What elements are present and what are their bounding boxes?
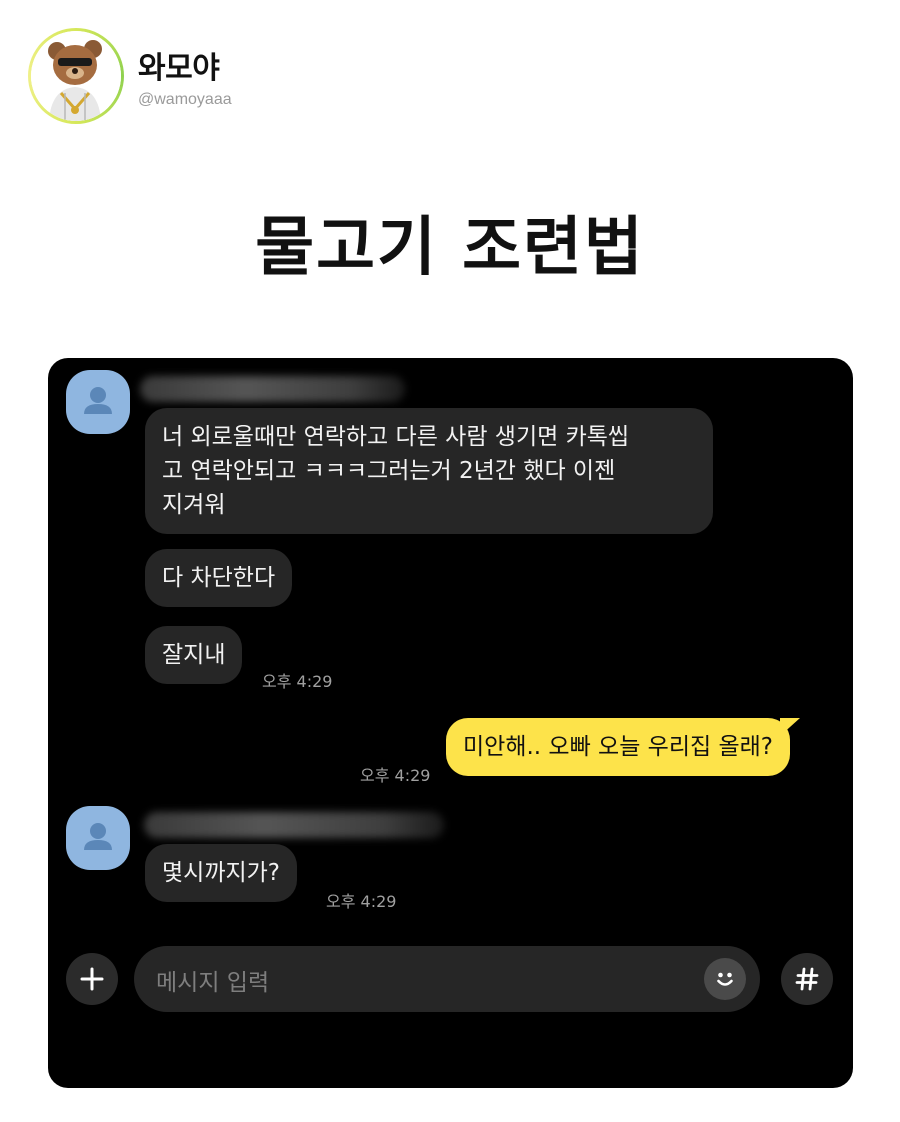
message-line: 너 외로울때만 연락하고 다른 사람 생기면 카톡씹 <box>162 424 630 450</box>
message-line: 지겨워 <box>162 492 226 518</box>
plus-icon <box>80 967 104 991</box>
message-line: 고 연락안되고 ㅋㅋㅋ그러는거 2년간 했다 이젠 <box>162 458 616 484</box>
peer-avatar[interactable] <box>66 370 130 434</box>
emoji-button[interactable] <box>704 958 746 1000</box>
message-time: 오후 4:29 <box>360 766 431 785</box>
post-title: 물고기 조련법 <box>255 211 645 285</box>
hashtag-icon <box>795 967 819 991</box>
my-message-bubble[interactable]: 미안해.. 오빠 오늘 우리집 올래? <box>446 718 800 776</box>
message-text: 잘지내 <box>162 642 226 668</box>
profile-header: 와모야 @wamoyaaa <box>28 28 232 124</box>
profile-avatar[interactable] <box>28 28 124 124</box>
message-time: 오후 4:29 <box>262 672 333 691</box>
peer-avatar[interactable] <box>66 806 130 870</box>
sender-name-redacted <box>140 376 405 402</box>
bear-avatar-icon <box>31 31 121 121</box>
sender-name-redacted <box>144 812 444 838</box>
message-composer: 메시지 입력 <box>48 946 853 1016</box>
person-icon <box>84 387 112 414</box>
message-input-placeholder: 메시지 입력 <box>156 970 270 996</box>
chat-screenshot: 너 외로울때만 연락하고 다른 사람 생기면 카톡씹 고 연락안되고 ㅋㅋㅋ그러… <box>48 358 853 1088</box>
hashtag-button[interactable] <box>781 953 833 1005</box>
message-text: 다 차단한다 <box>162 565 276 591</box>
message-text: 미안해.. 오빠 오늘 우리집 올래? <box>463 734 773 760</box>
message-text: 몇시까지가? <box>162 860 281 886</box>
smiley-icon <box>717 972 733 986</box>
profile-handle[interactable]: @wamoyaaa <box>138 91 232 109</box>
plus-button[interactable] <box>66 953 118 1005</box>
profile-name[interactable]: 와모야 <box>138 43 232 87</box>
message-bubble[interactable]: 잘지내 <box>145 626 243 684</box>
message-input[interactable]: 메시지 입력 <box>134 946 760 1012</box>
message-bubble[interactable]: 다 차단한다 <box>145 549 293 607</box>
person-icon <box>84 823 112 850</box>
message-bubble[interactable]: 몇시까지가? <box>145 844 298 902</box>
message-time: 오후 4:29 <box>326 892 397 911</box>
message-bubble[interactable]: 너 외로울때만 연락하고 다른 사람 생기면 카톡씹 고 연락안되고 ㅋㅋㅋ그러… <box>145 408 713 534</box>
